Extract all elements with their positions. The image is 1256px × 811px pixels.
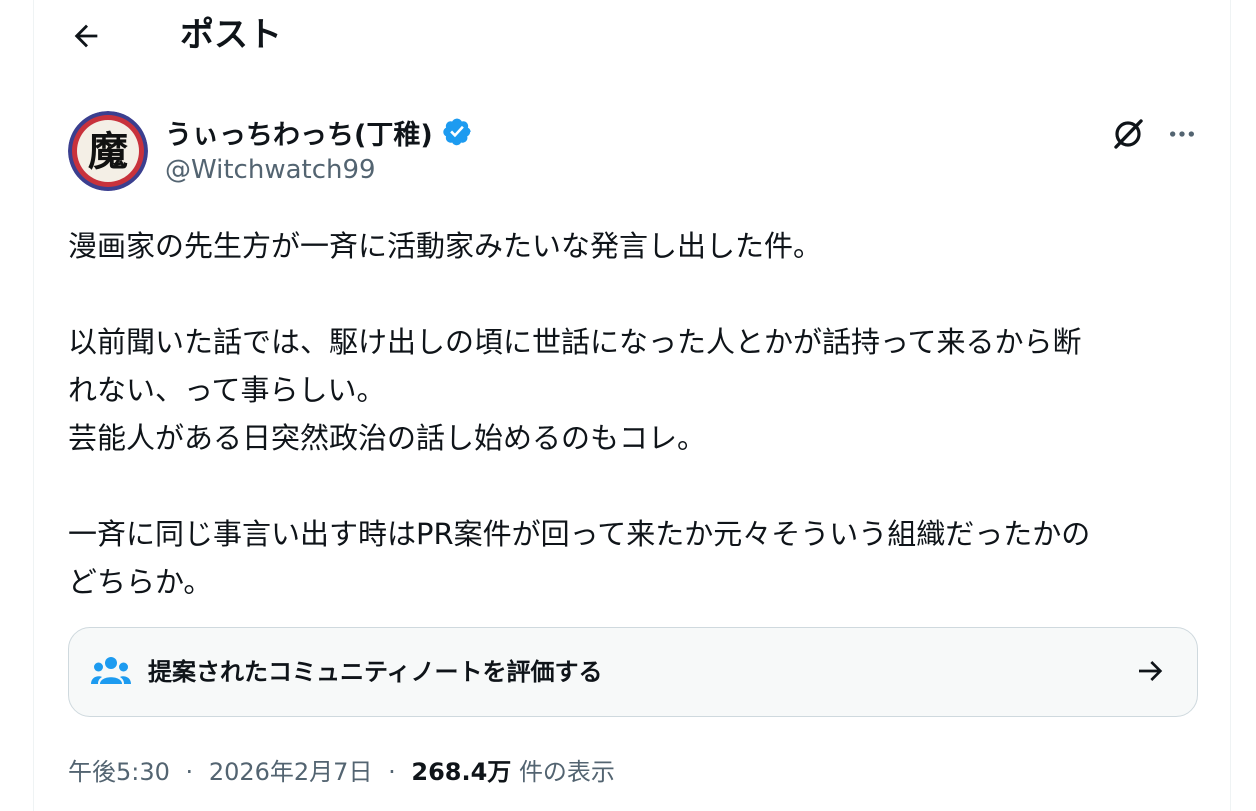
verified-badge-icon[interactable]	[441, 116, 473, 148]
more-options-button[interactable]	[1162, 114, 1202, 154]
post-text-line: れない、って事らしい。	[68, 373, 386, 407]
meta-separator: ·	[388, 758, 396, 786]
post-text-line: 漫画家の先生方が一斉に活動家みたいな発言し出した件。	[68, 229, 823, 263]
page-title: ポスト	[180, 15, 282, 55]
post-time[interactable]: 午後5:30	[68, 758, 170, 786]
back-button[interactable]	[64, 14, 108, 58]
more-horizontal-icon	[1170, 131, 1194, 137]
arrow-left-icon	[74, 24, 98, 48]
author-handle[interactable]: @Witchwatch99	[165, 152, 376, 188]
author-name-row: うぃっちわっち(丁稚)	[165, 112, 473, 152]
post-detail-column: ポスト 魔 うぃっちわっち(丁稚) @Witchwatch99 漫画家の先生方が	[33, 0, 1231, 811]
community-note-rating-button[interactable]: 提案されたコミュニティノートを評価する	[68, 627, 1198, 717]
arrow-right-icon	[1139, 661, 1163, 681]
post-date[interactable]: 2026年2月7日	[209, 758, 373, 786]
page-header: ポスト	[34, 0, 1230, 72]
post-text-line: 一斉に同じ事言い出す時はPR案件が回って来たか元々そういう組織だったかの	[68, 517, 1091, 551]
people-icon	[91, 657, 131, 684]
avatar-image: 魔	[68, 111, 148, 191]
community-note-label: 提案されたコミュニティノートを評価する	[148, 658, 603, 686]
author-name[interactable]: うぃっちわっち(丁稚)	[165, 113, 433, 152]
views-count: 268.4万	[411, 758, 512, 786]
avatar-glyph: 魔	[88, 128, 128, 175]
post-text-line: 以前聞いた話では、駆け出しの頃に世話になった人とかが話持って来るから断	[68, 325, 1082, 359]
post-text-line: どちらか。	[68, 565, 213, 599]
views-label: 件の表示	[518, 758, 615, 786]
avatar[interactable]: 魔	[68, 111, 148, 191]
post-text: 漫画家の先生方が一斉に活動家みたいな発言し出した件。 以前聞いた話では、駆け出し…	[68, 222, 1208, 606]
post-text-line: 芸能人がある日突然政治の話し始めるのもコレ。	[68, 421, 707, 455]
meta-separator: ·	[185, 758, 194, 786]
grok-button[interactable]	[1108, 114, 1148, 154]
post-meta: 午後5:30 · 2026年2月7日 · 268.4万 件の表示	[68, 752, 615, 792]
grok-icon	[1114, 119, 1143, 149]
